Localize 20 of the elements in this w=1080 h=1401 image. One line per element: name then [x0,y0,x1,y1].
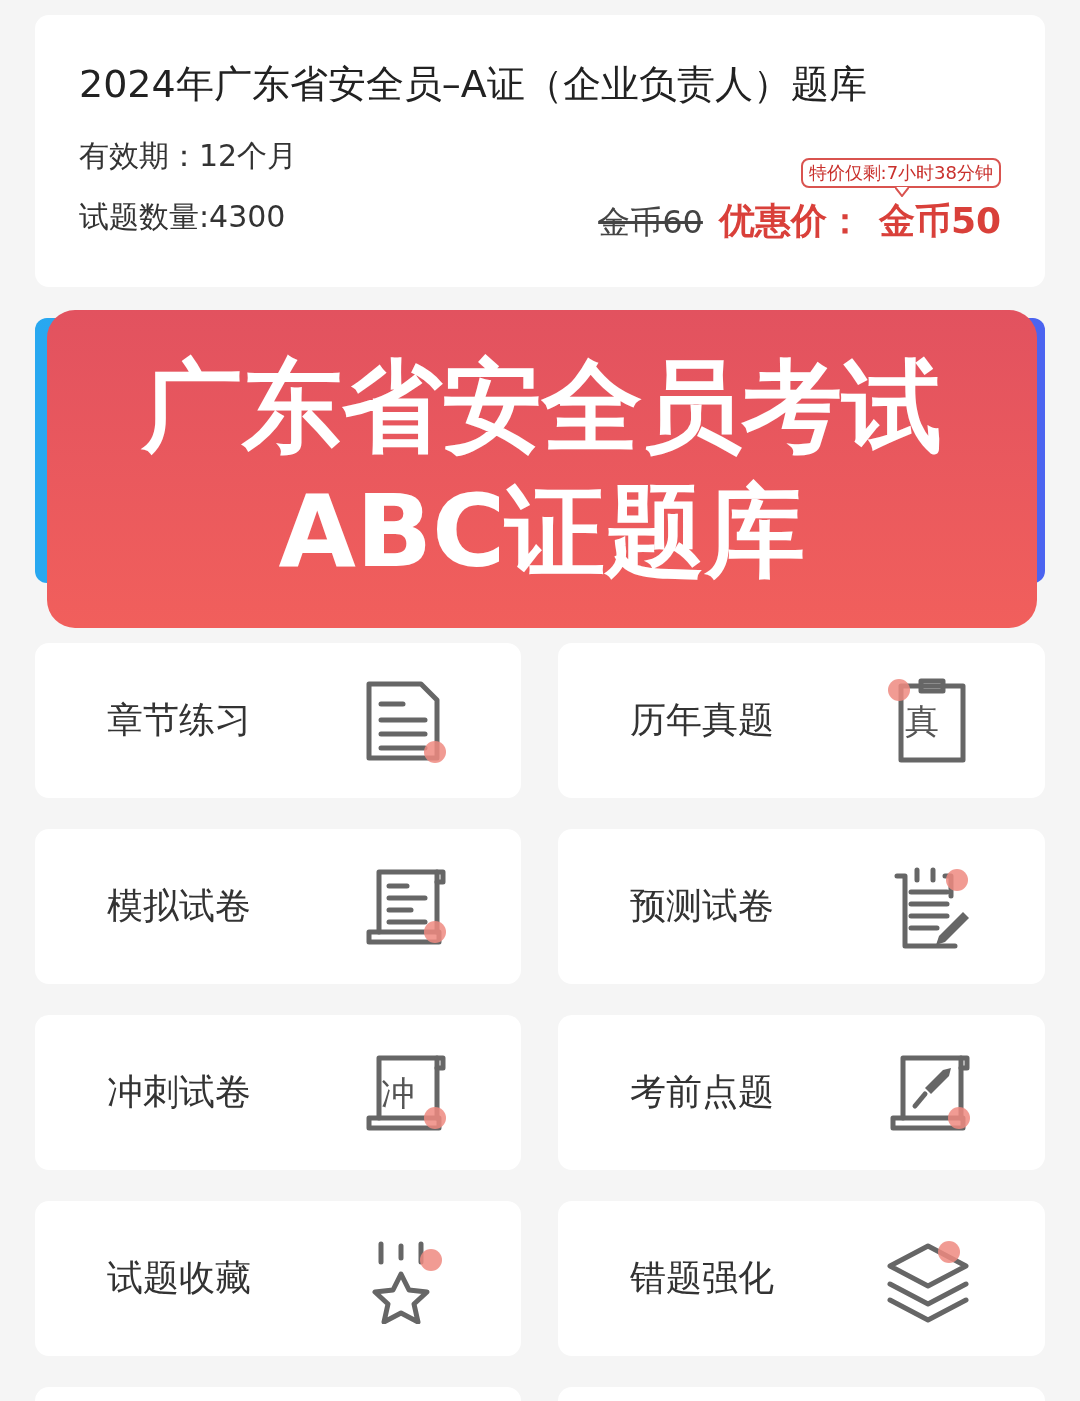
question-count: 试题数量:4300 [79,198,286,236]
validity-text: 有效期：12个月 [79,137,298,175]
discount-label: 优惠价： [718,199,863,243]
feature-card[interactable]: 试题收藏 [35,1201,521,1356]
feature-card[interactable]: 预测试卷 [558,829,1045,984]
feature-card[interactable]: 章节练习 [35,643,521,798]
countdown-tooltip: 特价仅剩:7小时38分钟 [800,158,1001,188]
feature-card[interactable]: 模拟试卷 [35,829,521,984]
icon-character: 真 [905,703,939,738]
discount-price: 金币50 [878,199,1001,243]
course-title: 2024年广东省安全员–A证（企业负责人）题库 [79,61,868,108]
feature-card[interactable]: 错题强化 [558,1201,1045,1356]
feature-card[interactable]: 历年真题 真 [558,643,1045,798]
feature-card[interactable]: 冲刺试卷 冲 [35,1015,521,1170]
feature-card[interactable]: 考前点题 [558,1015,1045,1170]
overlay-title: ABC证题库 [278,472,806,592]
icon-character: 冲 [381,1075,415,1110]
original-price: 金币60 [598,202,703,243]
tooltip-pointer-icon [895,187,909,197]
overlay-title: 广东省安全员考试 [142,347,942,467]
